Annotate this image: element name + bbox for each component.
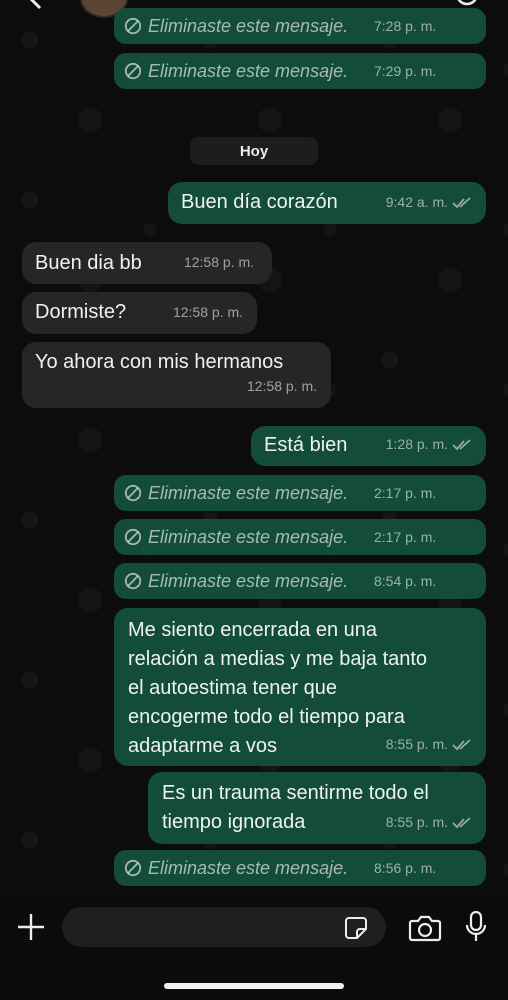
plus-icon[interactable] [16,912,46,942]
deleted-icon [124,484,142,502]
incoming-message[interactable]: Yo ahora con mis hermanos 12:58 p. m. [22,342,331,408]
message-time: 12:58 p. m. [183,254,254,270]
message-text-line: Es un trauma sentirme todo el [162,782,429,804]
date-separator: Hoy [190,137,318,165]
outgoing-message[interactable]: Está bien 1:28 p. m. [251,426,486,466]
deleted-icon [124,572,142,590]
deleted-message[interactable]: Eliminaste este mensaje. 8:54 p. m. [114,563,486,599]
deleted-icon [124,859,142,877]
deleted-message[interactable]: Eliminaste este mensaje. 8:56 p. m. [114,850,486,886]
deleted-message-text: Eliminaste este mensaje. [148,15,349,36]
deleted-icon [124,528,142,546]
double-check-icon [452,439,471,451]
outgoing-message[interactable]: Me siento encerrada en una relación a me… [114,608,486,766]
deleted-icon [124,17,142,35]
message-text: Dormiste? [35,301,127,323]
message-time: 7:28 p. m. [374,18,437,34]
message-time: 8:56 p. m. [374,860,437,876]
deleted-message-text: Eliminaste este mensaje. [148,570,349,591]
message-text-line: encogerme todo el tiempo para [128,706,405,728]
deleted-message[interactable]: Eliminaste este mensaje. 7:29 p. m. [114,53,486,89]
deleted-message-text: Eliminaste este mensaje. [148,526,349,547]
back-chevron-icon[interactable] [28,0,44,10]
home-indicator[interactable] [164,983,344,989]
message-time: 8:54 p. m. [374,573,437,589]
message-time: 2:17 p. m. [374,485,437,501]
message-text: Está bien [264,434,348,456]
camera-icon[interactable] [408,914,442,942]
deleted-icon [124,62,142,80]
incoming-message[interactable]: Dormiste? 12:58 p. m. [22,292,257,334]
deleted-message[interactable]: Eliminaste este mensaje. 2:17 p. m. [114,519,486,555]
double-check-icon [452,817,471,829]
deleted-message[interactable]: Eliminaste este mensaje. 2:17 p. m. [114,475,486,511]
deleted-message[interactable]: Eliminaste este mensaje. 7:28 p. m. [114,8,486,44]
message-text: Buen día corazón [181,191,338,213]
message-time: 9:42 a. m. [385,194,448,210]
message-time: 2:17 p. m. [374,529,437,545]
message-time: 1:28 p. m. [385,436,448,452]
message-time: 8:55 p. m. [385,814,448,830]
deleted-message-text: Eliminaste este mensaje. [148,857,349,878]
deleted-message-text: Eliminaste este mensaje. [148,482,349,503]
message-time: 12:58 p. m. [172,304,243,320]
message-text-line: Me siento encerrada en una [128,619,378,641]
message-text-line: el autoestima tener que [128,677,338,699]
message-time: 7:29 p. m. [374,63,437,79]
outgoing-message[interactable]: Buen día corazón 9:42 a. m. [168,182,486,224]
outgoing-message[interactable]: Es un trauma sentirme todo el tiempo ign… [148,772,486,844]
double-check-icon [452,197,471,209]
sticker-icon[interactable] [344,916,368,940]
message-text: Buen dia bb [35,252,142,274]
chat-area[interactable]: Eliminaste este mensaje. 7:28 p. m. Elim… [0,0,508,900]
double-check-icon [452,739,471,751]
incoming-message[interactable]: Buen dia bb 12:58 p. m. [22,242,272,284]
microphone-icon[interactable] [465,910,487,944]
message-time: 12:58 p. m. [246,378,317,394]
deleted-message-text: Eliminaste este mensaje. [148,60,349,81]
message-input[interactable] [62,907,386,947]
message-text: Yo ahora con mis hermanos [35,351,284,373]
message-text-line: relación a medias y me baja tanto [128,648,428,670]
message-time: 8:55 p. m. [385,736,448,752]
